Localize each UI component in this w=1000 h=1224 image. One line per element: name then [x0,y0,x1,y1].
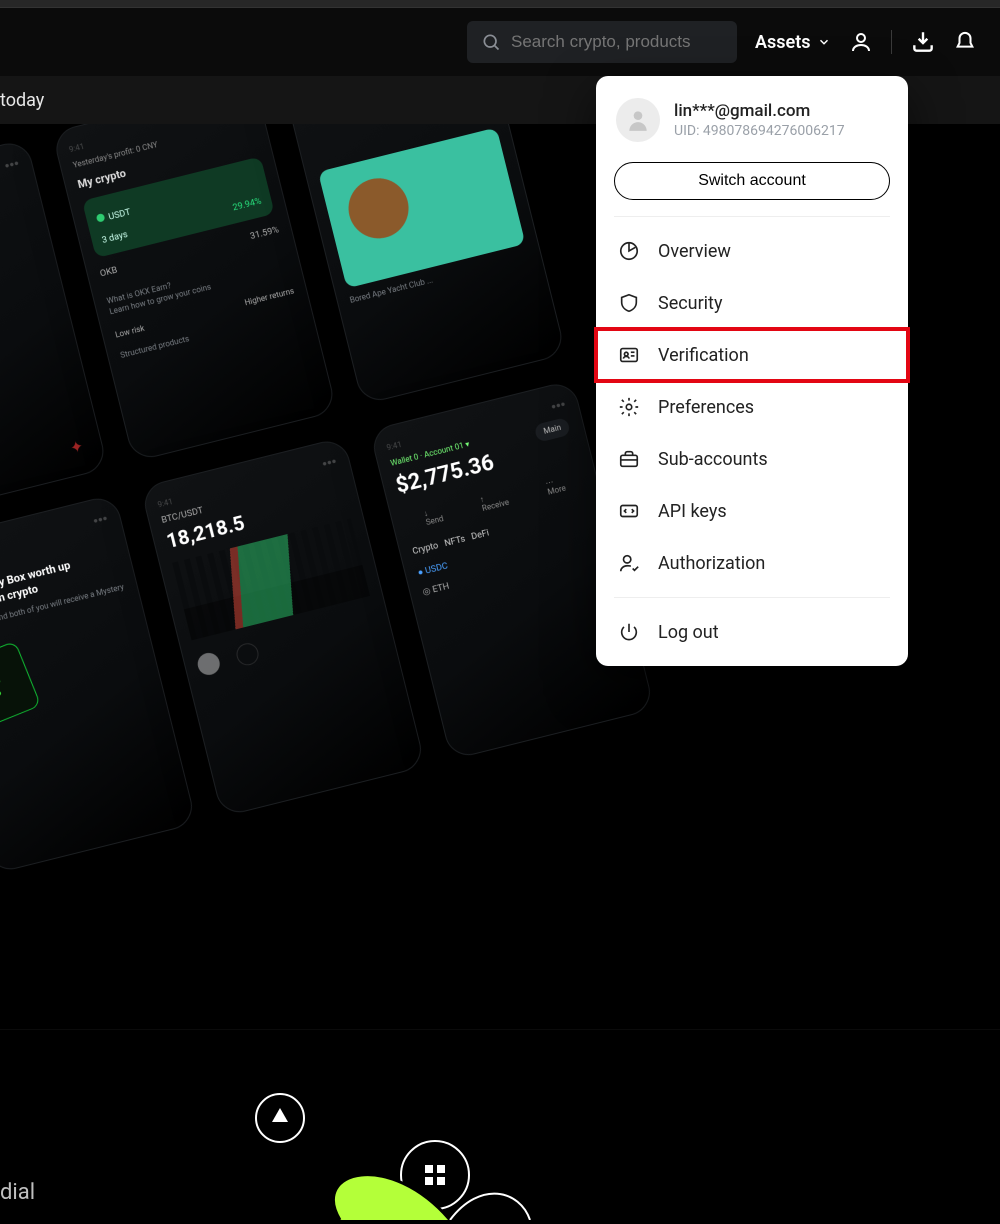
id-card-icon [618,344,640,366]
footer-partial-text: dial [0,1180,35,1205]
header-divider [891,30,892,54]
chevron-down-icon [817,35,831,49]
menu-item-authorization[interactable]: Authorization [596,537,908,589]
profile-button[interactable] [849,30,873,54]
menu-label: Verification [658,345,749,366]
briefcase-icon [618,448,640,470]
gear-icon [618,396,640,418]
menu-item-overview[interactable]: Overview [596,225,908,277]
menu-item-subaccounts[interactable]: Sub-accounts [596,433,908,485]
search-input[interactable] [511,32,723,52]
menu-item-logout[interactable]: Log out [596,606,908,658]
shield-icon [618,292,640,314]
account-email: lin***@gmail.com [674,101,845,121]
pie-chart-icon [618,240,640,262]
menu-item-preferences[interactable]: Preferences [596,381,908,433]
download-icon [910,29,936,55]
menu-item-security[interactable]: Security [596,277,908,329]
okb-pct: 31.59% [249,226,280,243]
avatar [616,98,660,142]
notifications-button[interactable] [954,29,976,55]
subheader-text: today [0,90,44,111]
days-label: 3 days [101,230,129,246]
menu-label: Preferences [658,397,754,418]
user-check-icon [618,552,640,574]
assets-dropdown[interactable]: Assets [755,32,831,53]
user-icon [849,30,873,54]
menu-item-verification[interactable]: Verification [596,329,908,381]
search-field[interactable] [467,21,737,63]
menu-label: Authorization [658,553,765,574]
okb-label: OKB [99,266,118,280]
usdt-label: USDT [108,208,132,223]
higher-returns-label: Higher returns [244,287,295,308]
download-button[interactable] [910,29,936,55]
popover-divider [614,597,890,598]
bell-icon [954,29,976,55]
user-avatar-icon [625,107,651,133]
eth-pct: 29.94% [232,197,263,214]
popover-divider [614,216,890,217]
footer-hero: dial [0,1029,1000,1200]
menu-label: Log out [658,622,719,643]
low-risk-label: Low risk [114,324,145,340]
menu-label: Sub-accounts [658,449,768,470]
menu-item-apikeys[interactable]: API keys [596,485,908,537]
popover-header: lin***@gmail.com UID: 498078694276006217 [596,76,908,156]
search-icon [481,32,501,52]
code-icon [618,500,640,522]
power-icon [618,621,640,643]
account-uid: UID: 498078694276006217 [674,123,845,139]
app-header: Assets [0,8,1000,76]
phone-tile: 9:41●●● BTC/USDT 18,218.5 [140,437,426,818]
footer-graphic [250,1080,550,1224]
account-popover: lin***@gmail.com UID: 498078694276006217… [596,76,908,666]
switch-account-button[interactable]: Switch account [614,162,890,200]
menu-label: Security [658,293,722,314]
menu-label: API keys [658,501,727,522]
menu-label: Overview [658,241,731,262]
assets-label: Assets [755,32,811,53]
browser-chrome-strip [0,0,1000,8]
